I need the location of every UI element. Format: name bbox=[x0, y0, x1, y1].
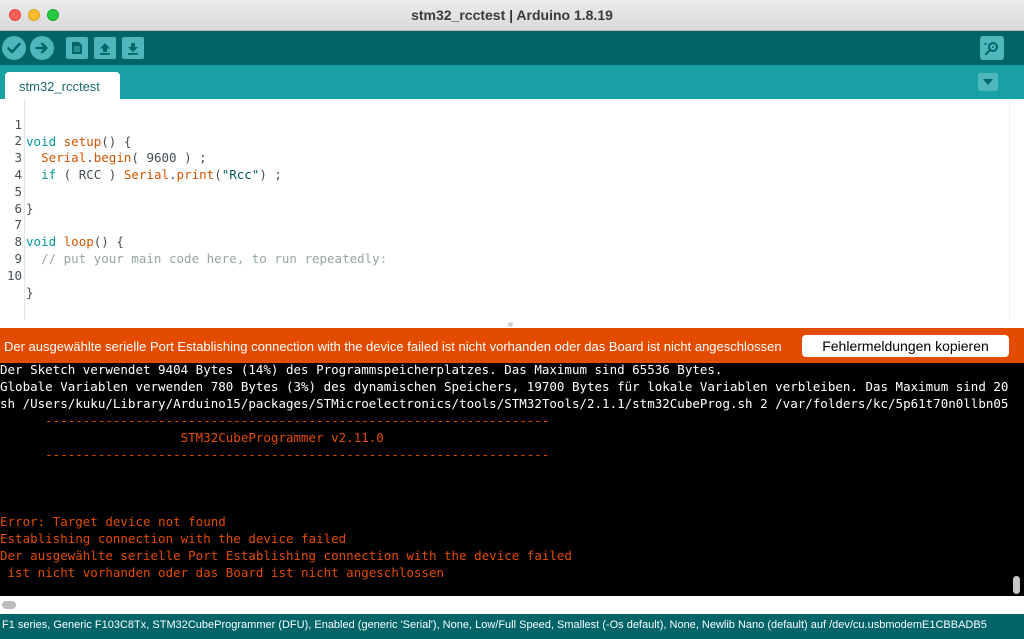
arrow-right-icon bbox=[35, 42, 48, 54]
open-sketch-button[interactable] bbox=[94, 37, 116, 59]
tab-menu-button[interactable] bbox=[978, 73, 998, 91]
toolbar bbox=[0, 31, 1024, 65]
arrow-up-icon bbox=[100, 42, 110, 55]
console-scroll-thumb[interactable] bbox=[1013, 576, 1020, 594]
magnifier-icon bbox=[984, 42, 998, 55]
console-horizontal-scrollbar[interactable] bbox=[0, 596, 1024, 614]
console-line: ----------------------------------------… bbox=[0, 447, 550, 462]
console-line: Der ausgewählte serielle Port Establishi… bbox=[0, 548, 572, 563]
code-line: 6 bbox=[0, 183, 1000, 216]
window-title: stm32_rcctest | Arduino 1.8.19 bbox=[411, 7, 613, 23]
code-editor[interactable]: 1 void setup() { 2 Serial.begin( 9600 ) … bbox=[0, 99, 1024, 326]
serial-monitor-button[interactable] bbox=[980, 36, 1004, 60]
chevron-down-icon bbox=[983, 79, 993, 85]
console-line: Establishing connection with the device … bbox=[0, 531, 347, 546]
console-output[interactable]: Der Sketch verwendet 9404 Bytes (14%) de… bbox=[0, 363, 1024, 596]
code-line: 4 bbox=[0, 149, 1000, 182]
error-status-bar: Der ausgewählte serielle Port Establishi… bbox=[0, 328, 1024, 363]
console-line: ----------------------------------------… bbox=[0, 413, 550, 428]
save-sketch-button[interactable] bbox=[122, 37, 144, 59]
console-vertical-scrollbar[interactable] bbox=[1009, 363, 1024, 596]
board-status-bar: F1 series, Generic F103C8Tx, STM32CubePr… bbox=[0, 614, 1024, 639]
console-line: STM32CubeProgrammer v2.11.0 bbox=[0, 430, 384, 445]
editor-scrollbar[interactable] bbox=[1009, 99, 1024, 326]
code-line: 10 } bbox=[0, 250, 1000, 300]
console-line: Error: Target device not found bbox=[0, 514, 226, 529]
arrow-down-icon bbox=[128, 42, 138, 55]
editor-console-divider[interactable] bbox=[0, 320, 1024, 328]
code-line: 1 void setup() { bbox=[0, 99, 1000, 149]
code-line: 7 void loop() { bbox=[0, 199, 1000, 249]
upload-button[interactable] bbox=[30, 36, 54, 60]
check-icon bbox=[7, 42, 21, 54]
title-bar: stm32_rcctest | Arduino 1.8.19 bbox=[0, 0, 1024, 31]
console-line: Globale Variablen verwenden 780 Bytes (3… bbox=[0, 379, 1024, 394]
console-line: Der Sketch verwendet 9404 Bytes (14%) de… bbox=[0, 363, 723, 377]
horizontal-scroll-thumb[interactable] bbox=[2, 601, 16, 609]
code-text: } bbox=[26, 285, 34, 300]
code-line: 8 // put your main code here, to run rep… bbox=[0, 216, 1000, 266]
divider-handle[interactable] bbox=[508, 322, 513, 327]
error-message: Der ausgewählte serielle Port Establishi… bbox=[4, 339, 782, 354]
copy-error-messages-button[interactable]: Fehlermeldungen kopieren bbox=[802, 335, 1009, 357]
code-line: 5 } bbox=[0, 166, 1000, 216]
console-line: ist nicht vorhanden oder das Board ist n… bbox=[0, 565, 445, 580]
new-sketch-button[interactable] bbox=[66, 37, 88, 59]
board-info-text: F1 series, Generic F103C8Tx, STM32CubePr… bbox=[2, 619, 987, 631]
verify-button[interactable] bbox=[2, 36, 26, 60]
tab-stm32-rcctest[interactable]: stm32_rcctest bbox=[5, 72, 120, 99]
line-number: 10 bbox=[6, 268, 22, 283]
code-line: 2 Serial.begin( 9600 ) ; bbox=[0, 115, 1000, 165]
tab-strip: stm32_rcctest bbox=[0, 65, 1024, 99]
new-file-icon bbox=[72, 42, 82, 54]
code-line: 9 bbox=[0, 233, 1000, 266]
code-line: 3 if ( RCC ) Serial.print("Rcc") ; bbox=[0, 132, 1000, 182]
console-line: sh /Users/kuku/Library/Arduino15/package… bbox=[0, 396, 1024, 411]
